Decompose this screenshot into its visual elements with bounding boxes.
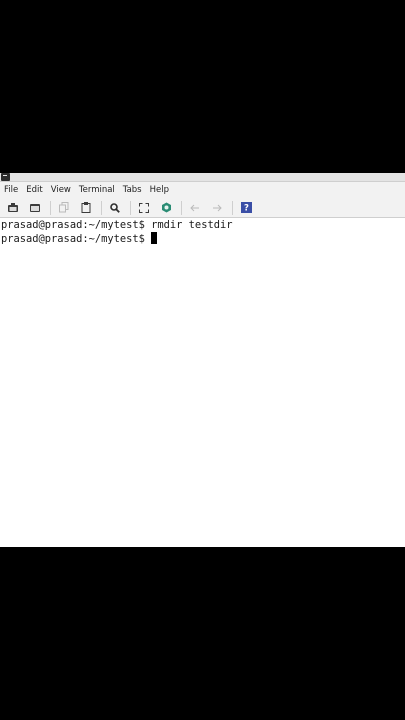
preferences-button[interactable] [156, 199, 176, 217]
terminal-output[interactable]: prasad@prasad:~/mytest$ rmdir testdir pr… [0, 219, 405, 547]
help-icon-glyph: ? [244, 204, 249, 213]
text-cursor [150, 232, 157, 244]
forward-arrow-icon [213, 204, 222, 211]
shell-prompt: prasad@prasad:~/mytest$ [1, 233, 145, 245]
search-button[interactable] [105, 199, 125, 217]
help-button[interactable]: ? [236, 199, 256, 217]
new-tab-button[interactable] [25, 199, 45, 217]
fullscreen-button[interactable] [134, 199, 154, 217]
menu-bar: File Edit View Terminal Tabs Help [0, 182, 405, 198]
preferences-icon [161, 202, 171, 213]
copy-button[interactable] [54, 199, 74, 217]
menu-help[interactable]: Help [150, 182, 169, 198]
menu-view[interactable]: View [51, 182, 71, 198]
toolbar: ? [0, 198, 405, 218]
help-icon: ? [240, 202, 252, 213]
toolbar-separator [130, 200, 131, 215]
shell-command: rmdir testdir [144, 219, 233, 231]
new-tab-icon [30, 203, 40, 212]
search-icon [110, 202, 120, 213]
title-bar[interactable] [0, 173, 405, 182]
back-arrow-icon [190, 204, 199, 211]
shell-prompt: prasad@prasad:~/mytest$ [1, 219, 145, 231]
toolbar-separator [50, 200, 51, 215]
copy-icon [59, 202, 69, 213]
paste-icon [81, 202, 91, 213]
screen-letterbox-bottom [0, 547, 405, 720]
menu-edit[interactable]: Edit [26, 182, 42, 198]
menu-file[interactable]: File [4, 182, 18, 198]
fullscreen-icon [139, 202, 149, 213]
menu-tabs[interactable]: Tabs [123, 182, 142, 198]
terminal-line: prasad@prasad:~/mytest$ [1, 232, 404, 245]
new-window-button[interactable] [3, 199, 23, 217]
menu-terminal[interactable]: Terminal [79, 182, 115, 198]
toolbar-separator [101, 200, 102, 215]
screen-letterbox-top [0, 0, 405, 173]
paste-button[interactable] [76, 199, 96, 217]
new-window-icon [8, 202, 18, 212]
terminal-window: File Edit View Terminal Tabs Help ? pras… [0, 173, 405, 547]
toolbar-separator [181, 200, 182, 215]
forward-button[interactable] [207, 199, 227, 217]
back-button[interactable] [185, 199, 205, 217]
toolbar-separator [232, 200, 233, 215]
terminal-line: prasad@prasad:~/mytest$ rmdir testdir [1, 219, 404, 232]
terminal-app-icon [1, 173, 10, 181]
